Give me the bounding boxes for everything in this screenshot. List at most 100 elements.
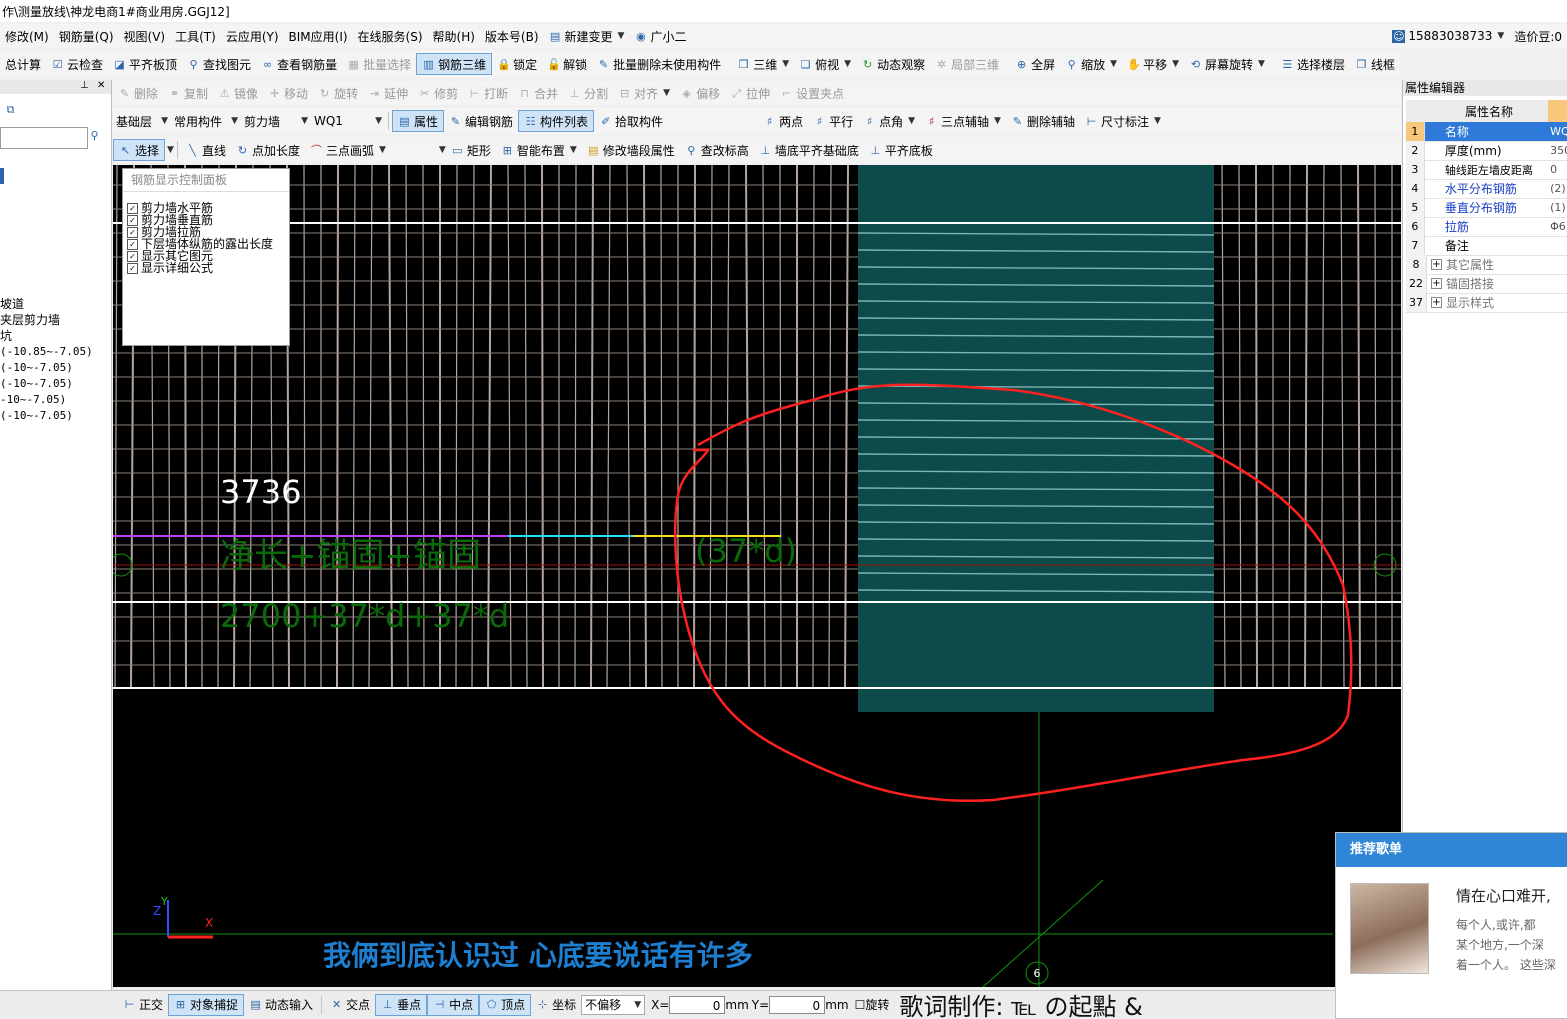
- copy-button[interactable]: ⚭复制: [163, 82, 213, 104]
- wireframe-button[interactable]: ❐线框: [1350, 53, 1400, 75]
- three-point-arc-button[interactable]: ⌒三点画弧▼: [305, 139, 391, 161]
- property-row-other[interactable]: 8+其它属性: [1406, 255, 1567, 275]
- property-row-horizontal-rebar[interactable]: 4水平分布钢筋(2): [1406, 179, 1567, 199]
- ortho-toggle[interactable]: ⊢正交: [118, 994, 168, 1016]
- component-list-button[interactable]: ☷构件列表: [518, 110, 594, 132]
- search-input[interactable]: [0, 127, 88, 149]
- unlock-button[interactable]: 🔓解锁: [542, 53, 592, 75]
- new-doc-icon[interactable]: ⧉: [4, 102, 17, 116]
- rotate-button[interactable]: ↻旋转: [313, 82, 363, 104]
- property-row-vertical-rebar[interactable]: 5垂直分布钢筋(1): [1406, 198, 1567, 218]
- menu-version[interactable]: 版本号(B): [480, 25, 544, 47]
- batch-select-button[interactable]: ▦批量选择: [342, 53, 416, 75]
- properties-button[interactable]: ▤属性: [392, 110, 444, 132]
- align-base-slab-button[interactable]: ⊥平齐底板: [864, 139, 938, 161]
- perpendicular-snap[interactable]: ⊥垂点: [375, 994, 427, 1016]
- dynamic-observe-button[interactable]: ↻动态观察: [856, 53, 930, 75]
- find-element-button[interactable]: ⚲查找图元: [182, 53, 256, 75]
- expand-icon[interactable]: +: [1431, 259, 1442, 270]
- property-row-remark[interactable]: 7备注: [1406, 236, 1567, 256]
- menu-view[interactable]: 视图(V): [119, 25, 171, 47]
- dynamic-input-toggle[interactable]: ▤动态输入: [244, 994, 318, 1016]
- dimension-button[interactable]: ⊢尺寸标注▼: [1080, 110, 1166, 132]
- check-elevation-button[interactable]: ⚲查改标高: [680, 139, 754, 161]
- lock-button[interactable]: 🔒锁定: [492, 53, 542, 75]
- menu-help[interactable]: 帮助(H): [428, 25, 480, 47]
- wall-bottom-align-button[interactable]: ⊥墙底平齐基础底: [754, 139, 864, 161]
- point-angle-axis-button[interactable]: ♯点角▼: [858, 110, 920, 132]
- search-icon[interactable]: ⚲: [88, 128, 108, 146]
- select-floor-button[interactable]: ☰选择楼层: [1276, 53, 1350, 75]
- delete-axis-button[interactable]: ✎删除辅轴: [1006, 110, 1080, 132]
- drawing-canvas[interactable]: 6 3736 净长+锚固+锚固 2700+37*d+37*d (37*d) Z …: [113, 165, 1401, 987]
- type-select[interactable]: 剪力墙▼: [241, 112, 311, 130]
- close-icon[interactable]: ✕: [97, 80, 105, 91]
- trim-button[interactable]: ✂修剪: [413, 82, 463, 104]
- point-length-button[interactable]: ↻点加长度: [231, 139, 305, 161]
- property-row-axis-offset[interactable]: 3轴线距左墙皮距离0: [1406, 160, 1567, 180]
- batch-delete-unused-button[interactable]: ✎批量删除未使用构件: [592, 53, 726, 75]
- mirror-button[interactable]: ⚠镜像: [213, 82, 263, 104]
- menu-new-change[interactable]: ▤新建变更▼: [544, 25, 630, 47]
- intersection-snap[interactable]: ✕交点: [325, 994, 375, 1016]
- stretch-button[interactable]: ⤢拉伸: [725, 82, 775, 104]
- property-row-thickness[interactable]: 2厚度(mm)350: [1406, 141, 1567, 161]
- fullscreen-button[interactable]: ⊕全屏: [1010, 53, 1060, 75]
- tree-item[interactable]: 夹层剪力墙: [0, 312, 93, 328]
- menu-bim[interactable]: BIM应用(I): [284, 25, 353, 47]
- 3d-view-button[interactable]: ❒三维▼: [732, 53, 794, 75]
- line-button[interactable]: ╲直线: [181, 139, 231, 161]
- property-row-tie-rebar[interactable]: 6拉筋Φ6: [1406, 217, 1567, 237]
- object-snap-toggle[interactable]: ⊞对象捕捉: [168, 994, 244, 1016]
- rebar-3d-button[interactable]: ▥钢筋三维: [416, 53, 492, 75]
- tree-item[interactable]: 坑: [0, 328, 93, 344]
- album-cover[interactable]: [1350, 883, 1429, 974]
- tree-item[interactable]: 坡道: [0, 296, 93, 312]
- split-button[interactable]: ⊥分割: [563, 82, 613, 104]
- menu-cloud[interactable]: 云应用(Y): [221, 25, 284, 47]
- property-row-name[interactable]: 1名称WQ1: [1406, 122, 1567, 142]
- menu-online[interactable]: 在线服务(S): [353, 25, 428, 47]
- merge-button[interactable]: ⊓合并: [513, 82, 563, 104]
- menu-rebar-qty[interactable]: 钢筋量(Q): [54, 25, 119, 47]
- expand-icon[interactable]: +: [1431, 297, 1442, 308]
- cloud-check-button[interactable]: ☑云检查: [46, 53, 108, 75]
- move-button[interactable]: ✛移动: [263, 82, 313, 104]
- parallel-axis-button[interactable]: ♯平行: [808, 110, 858, 132]
- vertex-snap[interactable]: ⬠顶点: [479, 994, 531, 1016]
- local-3d-button[interactable]: ✲局部三维: [930, 53, 1004, 75]
- floor-select[interactable]: 基础层▼: [113, 112, 171, 130]
- delete-button[interactable]: ✎删除: [113, 82, 163, 104]
- rotate-checkbox[interactable]: ☐: [855, 998, 866, 1012]
- tree-item[interactable]: (-10~-7.05): [0, 408, 93, 424]
- align-button[interactable]: ⊟对齐▼: [613, 82, 675, 104]
- three-point-axis-button[interactable]: ♯三点辅轴▼: [920, 110, 1006, 132]
- two-point-axis-button[interactable]: ♯两点: [758, 110, 808, 132]
- extend-button[interactable]: ⇥延伸: [363, 82, 413, 104]
- pin-icon[interactable]: ⊥: [80, 80, 89, 91]
- component-select[interactable]: WQ1▼: [311, 112, 385, 130]
- x-input[interactable]: 0: [669, 996, 725, 1014]
- chevron-down-icon[interactable]: ▼: [439, 145, 446, 155]
- account-menu[interactable]: ☺15883038733▼: [1387, 25, 1509, 47]
- edit-rebar-button[interactable]: ✎编辑钢筋: [444, 110, 518, 132]
- song-title[interactable]: 情在心口难开,: [1456, 885, 1551, 906]
- coordinate-snap[interactable]: ⊹坐标: [531, 994, 581, 1016]
- tree-item[interactable]: (-10~-7.05): [0, 376, 93, 392]
- smart-layout-button[interactable]: ⊞智能布置▼: [496, 139, 582, 161]
- align-slab-top-button[interactable]: ◪平齐板顶: [108, 53, 182, 75]
- grip-point-button[interactable]: ⌐设置夹点: [775, 82, 849, 104]
- menu-modify[interactable]: 修改(M): [0, 25, 54, 47]
- offset-select[interactable]: 不偏移▼: [581, 995, 645, 1015]
- view-rebar-qty-button[interactable]: ∞查看钢筋量: [256, 53, 342, 75]
- total-calc-button[interactable]: 总计算: [0, 53, 46, 75]
- y-input[interactable]: 0: [769, 996, 825, 1014]
- option-show-formula[interactable]: ✓显示详细公式: [123, 262, 289, 274]
- expand-icon[interactable]: +: [1431, 278, 1442, 289]
- pick-component-button[interactable]: ✐拾取构件: [594, 110, 668, 132]
- screen-rotate-button[interactable]: ⟲屏幕旋转▼: [1184, 53, 1270, 75]
- zoom-button[interactable]: ⚲缩放▼: [1060, 53, 1122, 75]
- pan-button[interactable]: ✋平移▼: [1122, 53, 1184, 75]
- midpoint-snap[interactable]: ⊣中点: [427, 994, 479, 1016]
- break-button[interactable]: ⊢打断: [463, 82, 513, 104]
